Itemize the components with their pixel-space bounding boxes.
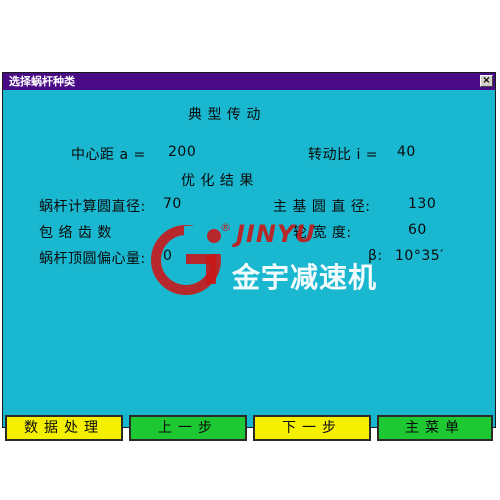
optimize-heading: 优 化 结 果 — [181, 173, 254, 189]
ratio-label: 转动比 i = — [308, 147, 379, 163]
window-title: 选择蜗杆种类 — [9, 75, 75, 88]
next-step-button[interactable]: 下一步 — [253, 415, 371, 441]
base-circle-value: 130 — [408, 196, 437, 212]
app-window: 选择蜗杆种类 × 典 型 传 动 中心距 a = 200 转动比 i = 40 … — [2, 72, 496, 441]
center-distance-label: 中心距 a = — [71, 147, 146, 163]
worm-tip-offset-label: 蜗杆顶圆偏心量: — [39, 251, 146, 267]
brand-logo: ® JINYU 金宇减速机 — [148, 218, 383, 298]
prev-step-button[interactable]: 上一步 — [129, 415, 247, 441]
title-bar: 选择蜗杆种类 × — [3, 73, 495, 90]
base-circle-label: 主 基 圆 直 径: — [273, 199, 371, 215]
close-icon: × — [482, 75, 491, 86]
logo-brand-cn: 金宇减速机 — [232, 261, 378, 294]
worm-diameter-label: 蜗杆计算圆直径: — [39, 199, 146, 215]
registered-mark: ® — [220, 221, 231, 234]
wheel-width-value: 60 — [408, 222, 427, 238]
close-button[interactable]: × — [480, 75, 493, 87]
worm-diameter-value: 70 — [163, 196, 182, 212]
center-distance-value: 200 — [168, 144, 197, 160]
data-process-button[interactable]: 数据处理 — [5, 415, 123, 441]
logo-brand-en: JINYU — [236, 220, 316, 248]
page-heading: 典 型 传 动 — [188, 107, 261, 123]
ratio-value: 40 — [397, 144, 416, 160]
main-content: 典 型 传 动 中心距 a = 200 转动比 i = 40 优 化 结 果 蜗… — [3, 90, 495, 441]
wrap-teeth-label: 包 络 齿 数 — [39, 225, 112, 241]
beta-value: 10°35′ — [395, 248, 444, 264]
main-menu-button[interactable]: 主菜单 — [377, 415, 493, 441]
